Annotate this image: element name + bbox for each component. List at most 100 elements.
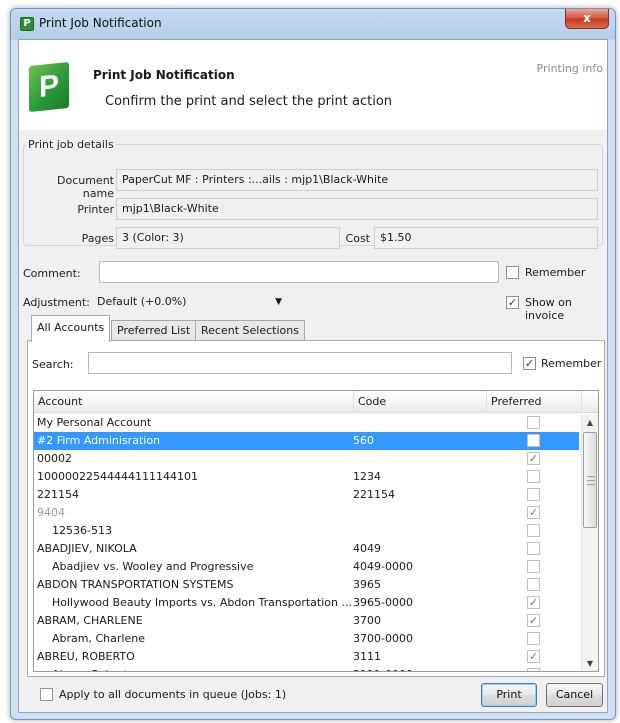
column-header-account[interactable]: Account bbox=[34, 391, 354, 413]
search-label: Search: bbox=[32, 358, 74, 371]
comment-remember-label: Remember bbox=[525, 266, 586, 279]
table-row[interactable]: 00002 bbox=[34, 450, 579, 468]
account-cell: My Personal Account bbox=[37, 416, 152, 429]
preferred-checkbox[interactable] bbox=[527, 506, 540, 519]
print-job-details-group: Print job details Document name PaperCut… bbox=[23, 138, 603, 249]
document-name-field: PaperCut MF : Printers :...ails : mjp1\B… bbox=[116, 169, 598, 191]
printer-field: mjp1\Black-White bbox=[116, 198, 598, 220]
preferred-checkbox[interactable] bbox=[527, 488, 540, 501]
window-title: Print Job Notification bbox=[39, 16, 162, 30]
close-button[interactable]: x bbox=[565, 9, 609, 29]
account-cell: ABRAM, CHARLENE bbox=[37, 614, 143, 627]
account-cell: Abreu, Roberto bbox=[52, 666, 355, 671]
comment-remember-checkbox[interactable] bbox=[506, 266, 519, 279]
account-cell: Abadjiev vs. Wooley and Progressive bbox=[52, 560, 254, 573]
account-cell: 00002 bbox=[37, 452, 72, 465]
document-name-label: Document name bbox=[57, 174, 114, 200]
account-cell: 12536-513 bbox=[52, 524, 112, 537]
table-row[interactable]: #2 Firm Adminisration 560 bbox=[34, 432, 579, 450]
apply-all-checkbox[interactable] bbox=[40, 688, 53, 701]
search-remember-label: Remember bbox=[541, 357, 602, 370]
code-cell: 3965-0000 bbox=[353, 596, 413, 609]
preferred-checkbox[interactable] bbox=[527, 452, 540, 465]
adjustment-dropdown[interactable]: Default (+0.0%) ▼ bbox=[93, 291, 289, 313]
search-remember-checkbox[interactable] bbox=[523, 357, 536, 370]
cost-field: $1.50 bbox=[374, 227, 598, 249]
table-row[interactable]: Hollywood Beauty Imports vs. Abdon Trans… bbox=[34, 594, 579, 612]
column-header-preferred[interactable]: Preferred bbox=[487, 391, 582, 413]
dialog-header: P Print Job Notification Confirm the pri… bbox=[19, 40, 607, 130]
code-cell: 4049-0000 bbox=[353, 560, 413, 573]
code-cell: 3111 bbox=[353, 650, 381, 663]
apply-all-label: Apply to all documents in queue (Jobs: 1… bbox=[59, 688, 287, 701]
cancel-button[interactable]: Cancel bbox=[546, 683, 603, 707]
printer-label: Printer bbox=[77, 203, 114, 216]
header-subtitle: Confirm the print and select the print a… bbox=[105, 94, 393, 109]
accounts-list-header: Account Code Preferred bbox=[34, 391, 598, 413]
show-on-invoice-checkbox[interactable] bbox=[506, 296, 519, 309]
account-cell: 10000022544444111144101 bbox=[37, 470, 198, 483]
print-job-window: P Print Job Notification x P Print Job N… bbox=[10, 8, 616, 720]
table-row[interactable]: ABDON TRANSPORTATION SYSTEMS 3965 bbox=[34, 576, 579, 594]
code-cell: 221154 bbox=[353, 488, 395, 501]
code-cell: 3111-0000 bbox=[353, 666, 483, 671]
table-row[interactable]: Abadjiev vs. Wooley and Progressive 4049-… bbox=[34, 558, 579, 576]
tab-all-accounts[interactable]: All Accounts bbox=[31, 315, 111, 342]
dialog-client: P Print Job Notification Confirm the pri… bbox=[18, 39, 608, 713]
printing-info-link[interactable]: Printing info bbox=[537, 62, 603, 75]
account-cell: Abram, Charlene bbox=[52, 632, 145, 645]
pages-label: Pages bbox=[81, 232, 114, 245]
show-on-invoice-label: Show on invoice bbox=[525, 296, 572, 322]
preferred-checkbox[interactable] bbox=[527, 560, 540, 573]
tab-preferred-list[interactable]: Preferred List bbox=[111, 320, 197, 341]
tab-recent-selections[interactable]: Recent Selections bbox=[195, 320, 305, 341]
preferred-checkbox[interactable] bbox=[527, 614, 540, 627]
table-row[interactable]: ABRAM, CHARLENE 3700 bbox=[34, 612, 579, 630]
scroll-up-icon[interactable]: ▲ bbox=[582, 414, 598, 431]
preferred-checkbox[interactable] bbox=[527, 434, 540, 447]
papercut-logo-icon: P bbox=[29, 61, 69, 113]
preferred-checkbox[interactable] bbox=[527, 524, 540, 537]
scroll-down-icon[interactable]: ▼ bbox=[582, 655, 598, 671]
print-button[interactable]: Print bbox=[481, 683, 537, 707]
header-title: Print Job Notification bbox=[93, 68, 235, 82]
code-cell: 3700 bbox=[353, 614, 381, 627]
dropdown-caret-icon: ▼ bbox=[275, 297, 282, 307]
accounts-rows: My Personal Account #2 Firm Adminisration… bbox=[34, 414, 579, 671]
comment-input[interactable] bbox=[99, 261, 499, 283]
comment-label: Comment: bbox=[23, 267, 81, 280]
scroll-thumb[interactable]: ― ― ― bbox=[583, 432, 597, 528]
table-row[interactable]: Abreu, Roberto3111-0000 bbox=[34, 666, 579, 671]
accounts-scrollbar[interactable]: ▲ ― ― ― ▼ bbox=[581, 414, 598, 671]
preferred-checkbox[interactable] bbox=[527, 596, 540, 609]
account-cell: ABREU, ROBERTO bbox=[37, 650, 135, 663]
table-row[interactable]: 10000022544444111144101 1234 bbox=[34, 468, 579, 486]
title-bar[interactable]: P Print Job Notification x bbox=[11, 9, 615, 39]
preferred-checkbox[interactable] bbox=[527, 578, 540, 591]
table-row[interactable]: 9404 bbox=[34, 504, 579, 522]
account-cell: 221154 bbox=[37, 488, 79, 501]
table-row[interactable]: Abram, Charlene 3700-0000 bbox=[34, 630, 579, 648]
preferred-checkbox[interactable] bbox=[527, 668, 540, 671]
account-cell: ABDON TRANSPORTATION SYSTEMS bbox=[37, 578, 234, 591]
details-legend: Print job details bbox=[28, 138, 114, 151]
table-row[interactable]: 221154 221154 bbox=[34, 486, 579, 504]
scroll-grip-icon: ― ― ― bbox=[587, 472, 595, 489]
preferred-checkbox[interactable] bbox=[527, 650, 540, 663]
table-row[interactable]: ABREU, ROBERTO 3111 bbox=[34, 648, 579, 666]
code-cell: 3700-0000 bbox=[353, 632, 413, 645]
search-input[interactable] bbox=[88, 352, 512, 374]
preferred-checkbox[interactable] bbox=[527, 632, 540, 645]
preferred-checkbox[interactable] bbox=[527, 416, 540, 429]
account-cell: #2 Firm Adminisration bbox=[37, 434, 161, 447]
column-header-code[interactable]: Code bbox=[354, 391, 487, 413]
table-row[interactable]: 12536-513 bbox=[34, 522, 579, 540]
preferred-checkbox[interactable] bbox=[527, 470, 540, 483]
code-cell: 1234 bbox=[353, 470, 381, 483]
account-cell: Hollywood Beauty Imports vs. Abdon Trans… bbox=[52, 596, 352, 609]
preferred-checkbox[interactable] bbox=[527, 542, 540, 555]
accounts-list: Account Code Preferred My Personal Accou… bbox=[33, 390, 599, 672]
table-row[interactable]: ABADJIEV, NIKOLA 4049 bbox=[34, 540, 579, 558]
adjustment-label: Adjustment: bbox=[23, 296, 90, 309]
table-row[interactable]: My Personal Account bbox=[34, 414, 579, 432]
